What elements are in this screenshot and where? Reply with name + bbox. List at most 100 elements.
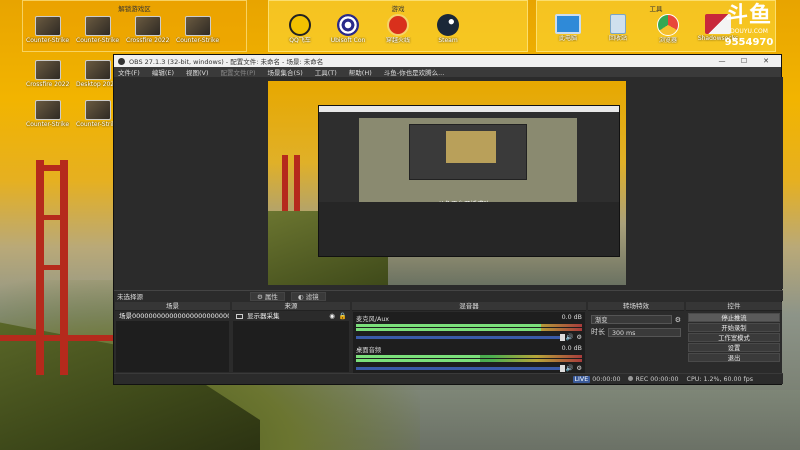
live-status: LIVE 00:00:00 [572,375,621,383]
scenes-list: 场景00000000000000000000000000 [116,312,229,372]
menu-edit[interactable]: 编辑(E) [152,67,174,77]
meter-fill [356,324,542,327]
meter-fill [356,359,481,362]
menu-file[interactable]: 文件(F) [118,67,140,77]
volume-meter [356,355,582,358]
gear-icon[interactable]: ⚙ [576,334,582,341]
properties-label: 属性 [264,292,278,301]
volume-slider-row: 🔊 ⚙ [356,364,582,372]
meter-fill [356,328,542,331]
preview-canvas[interactable]: 斗鱼平台开播成功 [268,81,626,285]
maximize-icon[interactable]: ☐ [733,57,755,65]
sources-dock: 来源 显示器采集 ◉ 🔒 +—⚙⌃⌄ [232,302,350,384]
start-recording-button[interactable]: 开始录制 [688,323,780,332]
nested-obs-window: 斗鱼平台开播成功 [318,105,620,257]
filters-button[interactable]: ◐ 滤镜 [290,291,326,301]
studio-mode-button[interactable]: 工作室模式 [688,333,780,342]
desktop-shortcut[interactable]: Counter-Strike Global Offensive [26,16,70,44]
channel-db: 0.0 dB [561,345,582,352]
bridge-tower-beam [36,165,68,171]
menu-profile[interactable]: 配置文件(P) [221,67,256,77]
transition-select[interactable]: 渐变 [591,315,672,324]
properties-button[interactable]: ⚙ 属性 [250,291,285,301]
no-source-selected-label: 未选择源 [117,293,143,301]
gear-icon: ⚙ [257,292,263,301]
nested-preview-canvas [446,131,496,163]
obs-titlebar[interactable]: OBS 27.1.3 (32-bit, windows) - 配置文件: 未命名… [114,55,781,67]
steam-icon [437,14,459,36]
desktop-shortcut[interactable]: Counter-Strike Global Offensive [176,16,220,44]
live-badge: LIVE [572,375,591,383]
desktop-shortcut[interactable]: Crossfire 2022-01-19 [126,16,170,44]
slider-knob[interactable] [559,364,565,372]
volume-slider-row: 🔊 ⚙ [356,333,582,341]
rec-time: 00:00:00 [650,375,679,383]
duration-input[interactable]: 300 ms [608,327,681,337]
obs-window: OBS 27.1.3 (32-bit, windows) - 配置文件: 未命名… [113,54,783,385]
menu-tools[interactable]: 工具(T) [315,67,337,77]
transition-select-row: 渐变 ⚙ [591,315,681,324]
menu-view[interactable]: 视图(V) [186,67,209,77]
transitions-header: 转场特效 [588,302,684,311]
channel-name: 桌面音频 [356,347,382,354]
desktop-shortcut-ubisoft[interactable]: Ubisoft Con [326,14,370,44]
desktop-shortcut-steam[interactable]: Steam [426,14,470,44]
settings-button[interactable]: 设置 [688,343,780,352]
record-icon [628,375,634,381]
speaker-icon[interactable]: 🔊 [566,364,574,372]
desktop-shortcut-this-pc[interactable]: 此电脑 [546,14,590,42]
desktop-shortcut-qq-speed[interactable]: QQ飞车 [278,14,322,44]
window-title: OBS 27.1.3 (32-bit, windows) - 配置文件: 未命名… [129,58,324,66]
source-item[interactable]: 显示器采集 ◉ 🔒 [233,312,349,321]
douyu-room-number: 9554970 [724,37,774,48]
volume-meter [356,359,582,362]
desktop-shortcut-crossfire[interactable]: 穿越火线 [376,14,420,44]
scenes-header: 场景 [115,302,230,311]
minimize-icon[interactable]: — [711,57,733,65]
menu-bar: 文件(F) 编辑(E) 视图(V) 配置文件(P) 场景集合(S) 工具(T) … [114,67,781,77]
monitor-icon [555,14,581,34]
douyu-domain: DOUYU.COM [730,28,768,35]
desktop-shortcut-browser[interactable]: 浏览器 [646,14,690,44]
meter-fill [356,355,481,358]
crossfire-icon [387,14,409,36]
nested-titlebar [319,106,619,112]
duration-row: 时长 300 ms [591,327,681,337]
bridge-deck [0,335,113,341]
close-icon[interactable]: ✕ [755,57,777,65]
game-thumbnail-icon [135,16,161,36]
speaker-icon[interactable]: 🔊 [566,333,574,341]
stop-streaming-button[interactable]: 停止推流 [688,313,780,322]
exit-button[interactable]: 退出 [688,353,780,362]
controls-header: 控件 [686,302,782,311]
mixer-channel-mic: 麦克风/Aux 0.0 dB 🔊 ⚙ [356,314,582,341]
volume-slider[interactable] [356,333,565,341]
gear-icon[interactable]: ⚙ [675,316,681,324]
mixer-dock: 混音器 麦克风/Aux 0.0 dB 🔊 ⚙ 桌面音频 0.0 dB 🔊 ⚙ [352,302,586,384]
gear-icon[interactable]: ⚙ [576,365,582,372]
lock-icon[interactable]: 🔒 [339,312,347,321]
desktop-shortcut-recycle-bin[interactable]: 回收站 [596,14,640,42]
monitor-icon [236,314,243,319]
volume-meter [356,324,582,327]
sources-header: 来源 [232,302,350,311]
browser-icon [657,14,679,36]
menu-douyu-plugin[interactable]: 斗鱼-你也是欢腾么... [384,67,445,77]
slider-knob[interactable] [559,333,565,341]
menu-scene-collection[interactable]: 场景集合(S) [268,67,303,77]
menu-help[interactable]: 帮助(H) [349,67,372,77]
nested-preview [359,118,577,202]
eye-icon[interactable]: ◉ [329,312,335,321]
scene-item[interactable]: 场景00000000000000000000000000 [116,312,229,321]
desktop-shortcut[interactable]: Counter-Strike Global Offensive [26,100,70,128]
scenes-dock: 场景 场景00000000000000000000000000 +—⌃⌄ [115,302,230,384]
mixer-channel-desktop: 桌面音频 0.0 dB 🔊 ⚙ [356,345,582,372]
game-thumbnail-icon [185,16,211,36]
desktop-shortcut[interactable]: Counter-Strike Global Offensive [76,16,120,44]
live-time: 00:00:00 [592,375,621,383]
nested-docks [319,202,619,256]
recycle-bin-icon [610,14,626,34]
volume-slider[interactable] [356,364,565,372]
desktop-shortcut[interactable]: Crossfire 2022-01-19 [26,60,70,88]
transitions-dock: 转场特效 渐变 ⚙ 时长 300 ms [588,302,684,384]
